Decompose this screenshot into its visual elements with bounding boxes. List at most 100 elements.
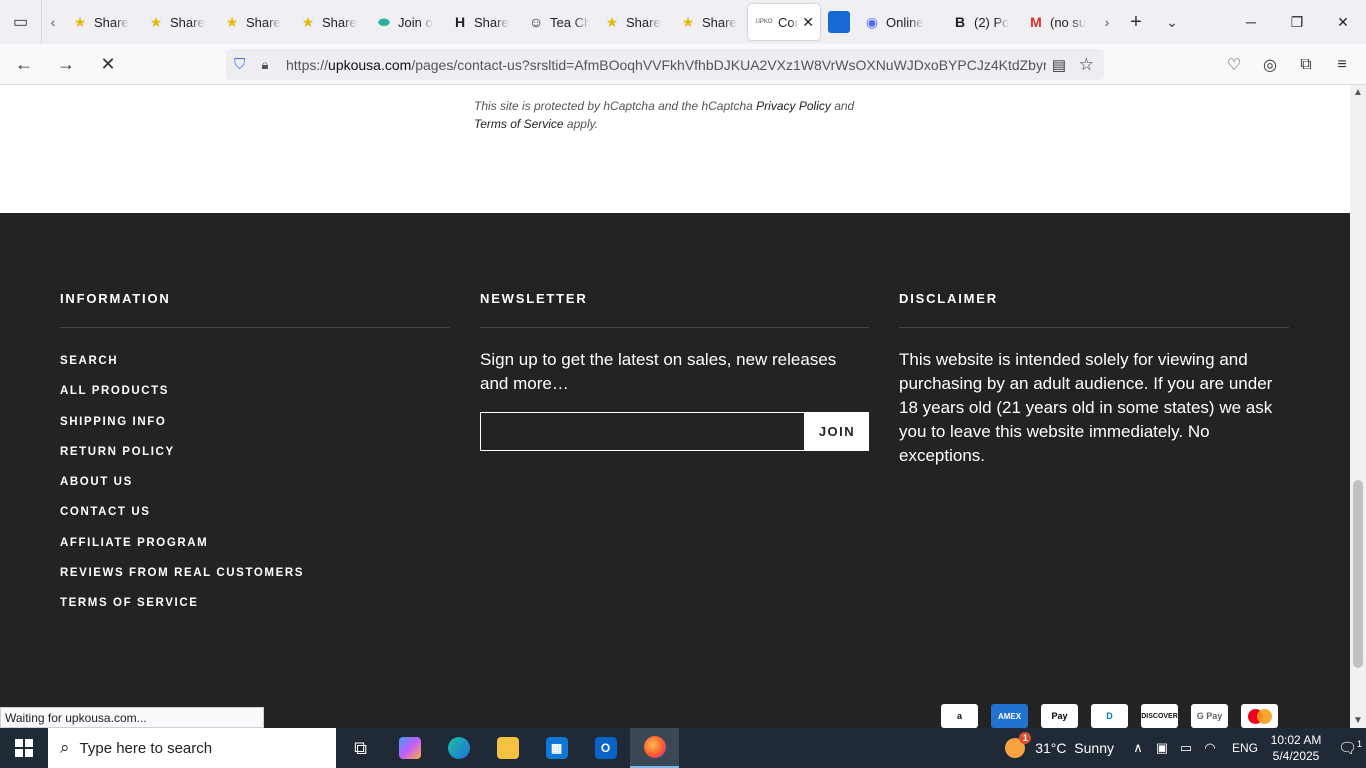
privacy-policy-link[interactable]: Privacy Policy xyxy=(756,99,831,113)
tab-title: Join o xyxy=(398,14,433,30)
list-all-tabs-button[interactable]: ⌄ xyxy=(1154,14,1190,31)
hcaptcha-notice: This site is protected by hCaptcha and t… xyxy=(474,97,874,133)
join-button[interactable]: JOIN xyxy=(805,412,869,451)
footer-link-about-us[interactable]: ABOUT US xyxy=(60,467,450,497)
tab[interactable]: M (no su xyxy=(1020,4,1096,40)
terms-of-service-link[interactable]: Terms of Service xyxy=(474,117,564,131)
taskbar-search-placeholder: Type here to search xyxy=(79,739,213,757)
tab-list-button[interactable]: ▭ xyxy=(0,0,42,44)
edge-icon xyxy=(447,737,470,759)
wifi-icon[interactable]: ◠ xyxy=(1198,740,1222,756)
amex-icon: AMEX xyxy=(991,704,1028,728)
weather-badge: 1 xyxy=(1019,732,1032,744)
outlook-button[interactable]: O xyxy=(581,728,630,768)
back-button[interactable]: ← xyxy=(6,48,42,80)
toolbar-right: ♡ ◎ ⧉ ≡ xyxy=(1216,44,1360,85)
menu-icon[interactable]: ≡ xyxy=(1324,56,1360,74)
upko-icon: UPKO xyxy=(755,19,773,25)
status-panel: Waiting for upkousa.com... xyxy=(0,707,264,728)
site-footer: INFORMATION SEARCH ALL PRODUCTS SHIPPING… xyxy=(0,213,1350,728)
new-tab-button[interactable]: + xyxy=(1118,11,1154,34)
tab[interactable]: ☺ Tea Ch xyxy=(520,4,596,40)
folder-icon xyxy=(496,737,519,759)
battery-icon[interactable]: ▭ xyxy=(1174,740,1198,756)
footer-link-search[interactable]: SEARCH xyxy=(60,346,450,376)
footer-link-reviews[interactable]: REVIEWS FROM REAL CUSTOMERS xyxy=(60,558,450,588)
tab[interactable]: ★ Share xyxy=(216,4,292,40)
star-icon: ★ xyxy=(605,13,619,30)
page-scrollbar[interactable]: ▲ ▼ xyxy=(1350,85,1366,728)
copilot-button[interactable] xyxy=(385,728,434,768)
tab-strip: ▭ ‹ ★ Share ★ Share ★ Share ★ Share ⬬ Join o … xyxy=(0,0,1366,44)
footer-link-contact-us[interactable]: CONTACT US xyxy=(60,497,450,527)
weather-condition: Sunny xyxy=(1074,740,1114,756)
mastercard-icon xyxy=(1241,704,1278,728)
screen: ▭ ‹ ★ Share ★ Share ★ Share ★ Share ⬬ Join o … xyxy=(0,0,1366,768)
extensions-icon[interactable]: ⧉ xyxy=(1288,56,1324,74)
url-text[interactable]: https://upkousa.com/pages/contact-us?srs… xyxy=(286,57,1046,73)
tab[interactable]: ⬬ Join o xyxy=(368,4,444,40)
footer-link-terms-of-service[interactable]: TERMS OF SERVICE xyxy=(60,588,450,618)
scroll-up-arrow-icon[interactable]: ▲ xyxy=(1350,87,1366,98)
bookmark-star-icon[interactable]: ☆ xyxy=(1079,55,1094,75)
discover-icon: DISCOVER xyxy=(1141,704,1178,728)
edge-button[interactable] xyxy=(434,728,483,768)
tab[interactable]: ★ Share xyxy=(672,4,748,40)
url-path: /pages/contact-us?srsltid=AfmBOoqhVVFkhV… xyxy=(411,56,1046,73)
footer-link-shipping-info[interactable]: SHIPPING INFO xyxy=(60,407,450,437)
forward-button[interactable]: → xyxy=(48,48,84,80)
show-hidden-icons-button[interactable]: ∧ xyxy=(1126,740,1150,756)
newsletter-form: JOIN xyxy=(480,412,869,451)
reader-view-icon[interactable]: ▤ xyxy=(1052,56,1066,74)
close-window-button[interactable]: ✕ xyxy=(1320,0,1366,44)
payment-icons: a AMEX Pay D DISCOVER G Pay xyxy=(941,704,1278,728)
tab-active[interactable]: UPKO Cor ✕ xyxy=(748,4,820,40)
page-content: This site is protected by hCaptcha and t… xyxy=(0,85,1350,728)
start-button[interactable] xyxy=(0,728,48,768)
tab[interactable]: ◉ Online xyxy=(856,4,944,40)
amazon-pay-icon: a xyxy=(941,704,978,728)
tab-title: Cor xyxy=(778,14,799,30)
address-bar[interactable]: ⛉ 🔒︎ https://upkousa.com/pages/contact-u… xyxy=(226,49,1104,80)
tabs-scroll-left-button[interactable]: ‹ xyxy=(42,14,64,30)
tab[interactable]: B (2) Po xyxy=(944,4,1020,40)
tracking-protection-icon[interactable]: ⛉ xyxy=(234,56,254,73)
tab-list-icon: ▭ xyxy=(12,14,29,31)
close-tab-icon[interactable]: ✕ xyxy=(802,14,814,31)
weather-widget[interactable]: 1 31°C Sunny xyxy=(1005,732,1114,758)
scroll-thumb[interactable] xyxy=(1353,480,1363,668)
footer-link-return-policy[interactable]: RETURN POLICY xyxy=(60,437,450,467)
stop-loading-button[interactable]: ✕ xyxy=(90,48,126,80)
newsletter-email-input[interactable] xyxy=(480,412,805,451)
tab[interactable]: ★ Share xyxy=(292,4,368,40)
scroll-down-arrow-icon[interactable]: ▼ xyxy=(1350,715,1366,726)
tab[interactable] xyxy=(820,4,856,40)
firefox-button[interactable] xyxy=(630,728,679,768)
lock-icon[interactable]: 🔒︎ xyxy=(254,57,276,73)
star-icon: ★ xyxy=(225,13,239,30)
file-explorer-button[interactable] xyxy=(483,728,532,768)
restore-button[interactable]: ❐ xyxy=(1274,0,1320,44)
clock[interactable]: 10:02 AM 5/4/2025 xyxy=(1268,732,1324,764)
tab[interactable]: ★ Share xyxy=(64,4,140,40)
pocket-icon[interactable]: ♡ xyxy=(1216,55,1252,75)
tab-title: Share xyxy=(626,14,661,30)
footer-link-all-products[interactable]: ALL PRODUCTS xyxy=(60,376,450,406)
tab[interactable]: ★ Share xyxy=(140,4,216,40)
meet-now-icon[interactable]: ▣ xyxy=(1150,740,1174,756)
task-view-icon: ⧉ xyxy=(354,737,367,758)
hcaptcha-text: This site is protected by hCaptcha and t… xyxy=(474,99,757,113)
account-icon[interactable]: ◎ xyxy=(1252,55,1288,75)
footer-link-affiliate-program[interactable]: AFFILIATE PROGRAM xyxy=(60,528,450,558)
notification-center-button[interactable]: 🗨︎1 xyxy=(1334,739,1366,757)
newsletter-heading: NEWSLETTER xyxy=(480,291,869,328)
tabs-scroll-right-button[interactable]: › xyxy=(1096,14,1118,30)
taskbar-search-box[interactable]: ⌕ Type here to search xyxy=(48,728,336,768)
task-view-button[interactable]: ⧉ xyxy=(336,728,385,768)
system-tray: 1 31°C Sunny ∧ ▣ ▭ ◠ ENG 10:02 AM 5/4/20… xyxy=(1005,728,1366,768)
minimize-button[interactable]: ─ xyxy=(1228,0,1274,44)
tab[interactable]: H Share xyxy=(444,4,520,40)
input-language[interactable]: ENG xyxy=(1232,741,1258,755)
microsoft-store-button[interactable]: ▦ xyxy=(532,728,581,768)
tab[interactable]: ★ Share xyxy=(596,4,672,40)
